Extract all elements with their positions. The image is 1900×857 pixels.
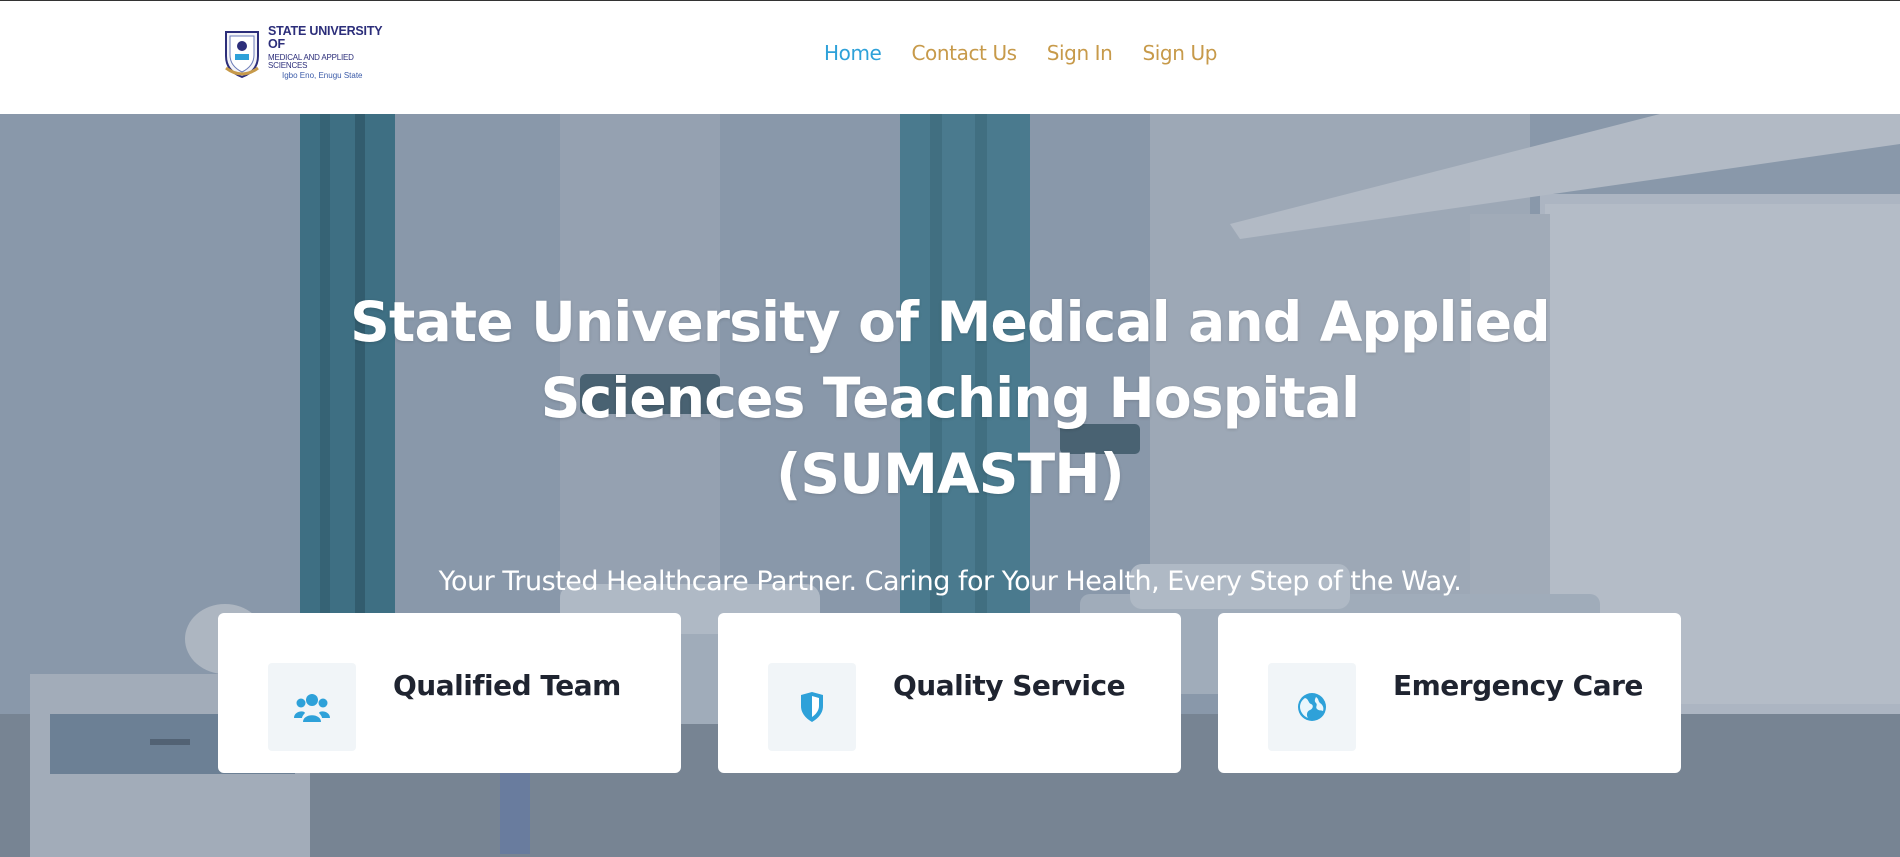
- hero-subtitle: Your Trusted Healthcare Partner. Caring …: [438, 566, 1462, 597]
- university-logo[interactable]: STATE UNIVERSITY OF MEDICAL AND APPLIED …: [222, 24, 390, 81]
- feature-icon-box: [268, 663, 356, 751]
- feature-card-qualified-team[interactable]: Qualified Team: [218, 613, 681, 773]
- nav-sign-in[interactable]: Sign In: [1047, 41, 1113, 65]
- users-icon: [294, 694, 330, 722]
- feature-icon-box: [768, 663, 856, 751]
- feature-title: Quality Service: [893, 669, 1126, 702]
- hero-title-line-3: (SUMASTH): [776, 442, 1125, 506]
- logo-line-3: Igbo Eno, Enugu State: [282, 71, 363, 81]
- feature-icon-box: [1268, 663, 1356, 751]
- main-nav: Home Contact Us Sign In Sign Up: [824, 41, 1217, 65]
- hero-title: State University of Medical and Applied …: [350, 284, 1551, 512]
- shield-icon: [801, 692, 823, 722]
- globe-icon: [1298, 693, 1326, 721]
- nav-contact-us[interactable]: Contact Us: [911, 41, 1017, 65]
- feature-title: Emergency Care: [1393, 669, 1643, 702]
- hero-title-line-1: State University of Medical and Applied: [350, 290, 1551, 354]
- site-header: STATE UNIVERSITY OF MEDICAL AND APPLIED …: [0, 1, 1900, 114]
- feature-card-emergency-care[interactable]: Emergency Care: [1218, 613, 1681, 773]
- logo-line-2: MEDICAL AND APPLIED SCIENCES: [268, 52, 354, 70]
- hero-title-line-2: Sciences Teaching Hospital: [540, 366, 1360, 430]
- university-seal-icon: [225, 31, 259, 78]
- nav-sign-up[interactable]: Sign Up: [1142, 41, 1217, 65]
- feature-card-quality-service[interactable]: Quality Service: [718, 613, 1181, 773]
- logo-line-1: STATE UNIVERSITY OF: [268, 24, 383, 52]
- nav-home[interactable]: Home: [824, 41, 882, 65]
- feature-title: Qualified Team: [393, 669, 621, 702]
